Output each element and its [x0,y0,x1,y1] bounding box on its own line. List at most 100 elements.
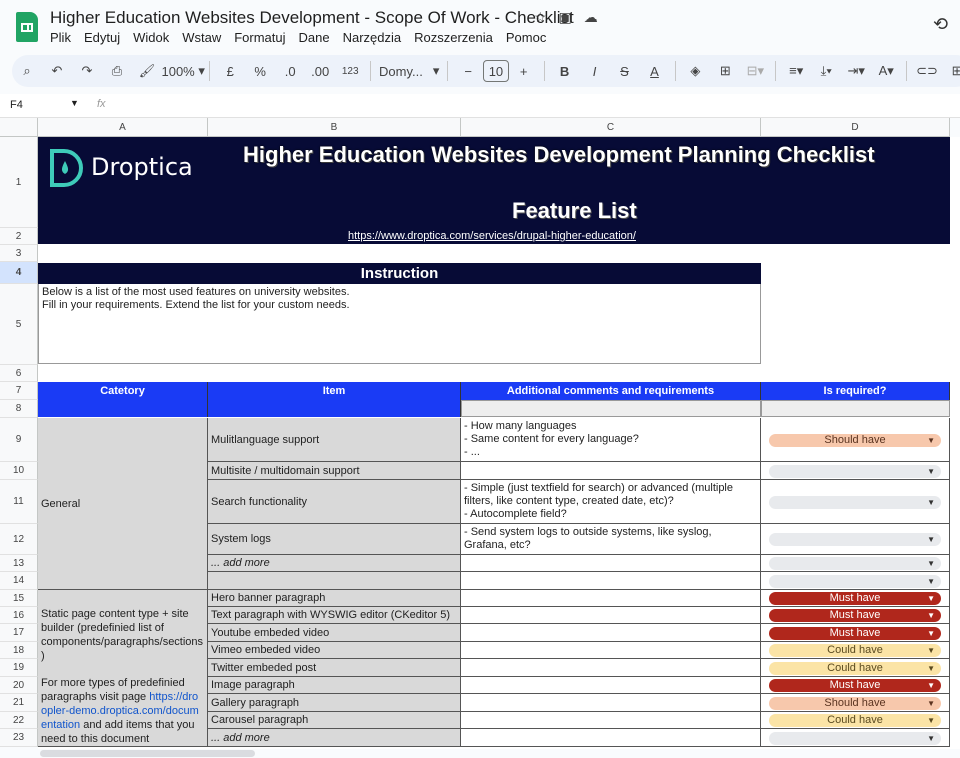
dropdown-arrow-icon[interactable]: ▼ [927,575,935,588]
borders-icon[interactable]: ⊞ [713,59,737,83]
item-cell[interactable]: Multisite / multidomain support [208,462,461,480]
row-header[interactable]: 17 [0,624,38,642]
row-header[interactable]: 11 [0,480,38,524]
row-header[interactable]: 23 [0,729,38,747]
row-header[interactable]: 20 [0,677,38,694]
instruction-body[interactable]: Below is a list of the most used feature… [38,284,761,364]
italic-button[interactable]: I [583,59,607,83]
row-header[interactable]: 15 [0,590,38,607]
row-header[interactable]: 6 [0,365,38,382]
column-header-d[interactable]: D [761,118,950,137]
menu-help[interactable]: Pomoc [506,30,546,45]
item-cell[interactable]: Carousel paragraph [208,712,461,729]
comment-cell[interactable] [461,729,761,747]
comment-cell[interactable] [461,607,761,624]
name-box[interactable]: F4 [10,99,23,111]
row8-comments[interactable] [461,400,761,417]
item-cell[interactable]: Hero banner paragraph [208,590,461,607]
menu-edit[interactable]: Edytuj [84,30,120,45]
comment-cell[interactable] [461,642,761,659]
required-dropdown[interactable]: ▼ [769,464,941,478]
row-header[interactable]: 7 [0,382,38,400]
dropdown-arrow-icon[interactable]: ▼ [927,592,935,605]
strikethrough-button[interactable]: S [613,59,637,83]
menu-view[interactable]: Widok [133,30,169,45]
fill-color-icon[interactable]: ◈ [683,59,707,83]
row-header[interactable]: 5 [0,284,38,365]
row-header[interactable]: 21 [0,694,38,712]
required-dropdown[interactable]: ▼ [769,557,941,570]
version-history-icon[interactable]: ⟲ [933,14,948,35]
column-header-a[interactable]: A [38,118,208,137]
comment-cell[interactable] [461,462,761,480]
sheet-grid[interactable]: Droptica Higher Education Websites Devel… [38,137,960,749]
row-header[interactable]: 12 [0,524,38,555]
vertical-align-icon[interactable]: ⤓▾ [814,59,838,83]
row-header[interactable]: 2 [0,228,38,245]
paint-format-icon[interactable]: 🖌 [135,59,159,83]
row-header[interactable]: 9 [0,418,38,462]
name-box-dropdown-icon[interactable]: ▼ [70,98,79,108]
sheets-logo-icon[interactable] [16,12,38,42]
comment-cell[interactable] [461,624,761,642]
required-dropdown[interactable]: Could have ▼ [769,661,941,675]
item-cell[interactable]: Search functionality [208,480,461,524]
dropdown-arrow-icon[interactable]: ▼ [927,557,935,570]
redo-icon[interactable]: ↷ [75,59,99,83]
search-menus-icon[interactable]: ⌕ [15,59,39,83]
required-dropdown[interactable]: Should have ▼ [769,696,941,710]
dropdown-arrow-icon[interactable]: ▼ [927,609,935,622]
row-header[interactable]: 3 [0,245,38,262]
dropdown-arrow-icon[interactable]: ▼ [927,679,935,692]
category-static[interactable]: Static page content type + site builder … [38,590,208,747]
required-dropdown[interactable]: Could have ▼ [769,714,941,727]
text-wrap-icon[interactable]: ⇥▾ [844,59,868,83]
insert-link-icon[interactable]: ⊂⊃ [915,59,939,83]
dropdown-arrow-icon[interactable]: ▼ [927,627,935,640]
undo-icon[interactable]: ↶ [45,59,69,83]
comment-cell[interactable]: - Send system logs to outside systems, l… [461,524,761,555]
required-dropdown[interactable]: ▼ [769,533,941,546]
font-select[interactable]: Domy... ▾ [379,59,439,83]
required-dropdown[interactable]: Must have ▼ [769,679,941,692]
comment-cell[interactable] [461,659,761,677]
dropdown-arrow-icon[interactable]: ▼ [927,697,935,710]
required-dropdown[interactable]: Should have ▼ [769,433,941,447]
dropdown-arrow-icon[interactable]: ▼ [927,496,935,509]
comment-cell[interactable]: - How many languages - Same content for … [461,418,761,462]
text-rotation-icon[interactable]: A▾ [874,59,898,83]
menu-data[interactable]: Dane [299,30,330,45]
row-header[interactable]: 1 [0,137,38,228]
comment-cell[interactable] [461,694,761,712]
menu-extensions[interactable]: Rozszerzenia [414,30,493,45]
item-cell[interactable]: Vimeo embeded video [208,642,461,659]
item-cell[interactable]: Image paragraph [208,677,461,694]
menu-format[interactable]: Formatuj [234,30,285,45]
item-cell[interactable]: Youtube embeded video [208,624,461,642]
banner-link[interactable]: https://www.droptica.com/services/drupal… [348,230,636,242]
comment-cell[interactable] [461,712,761,729]
row-header[interactable]: 13 [0,555,38,572]
dropdown-arrow-icon[interactable]: ▼ [927,434,935,447]
font-size-input[interactable]: 10 [483,60,509,82]
merge-cells-icon[interactable]: ⊟▾ [743,59,767,83]
increase-decimal-button[interactable]: .00 [308,59,332,83]
print-icon[interactable]: ⎙ [105,59,129,83]
dropdown-arrow-icon[interactable]: ▼ [927,662,935,675]
required-dropdown[interactable]: ▼ [769,731,941,745]
required-dropdown[interactable]: Must have ▼ [769,592,941,605]
item-cell[interactable]: ... add more [208,555,461,572]
currency-format-button[interactable]: £ [218,59,242,83]
menu-file[interactable]: Plik [50,30,71,45]
category-general[interactable]: General [38,418,208,590]
more-formats-button[interactable]: 123 [338,59,362,83]
item-cell[interactable]: ... add more [208,729,461,747]
row-header[interactable]: 18 [0,642,38,659]
column-header-b[interactable]: B [208,118,461,137]
item-cell[interactable]: Twitter embeded post [208,659,461,677]
column-header-c[interactable]: C [461,118,761,137]
comment-cell[interactable] [461,590,761,607]
item-cell[interactable]: Gallery paragraph [208,694,461,712]
decrease-decimal-button[interactable]: .0 [278,59,302,83]
row-header[interactable]: 16 [0,607,38,624]
